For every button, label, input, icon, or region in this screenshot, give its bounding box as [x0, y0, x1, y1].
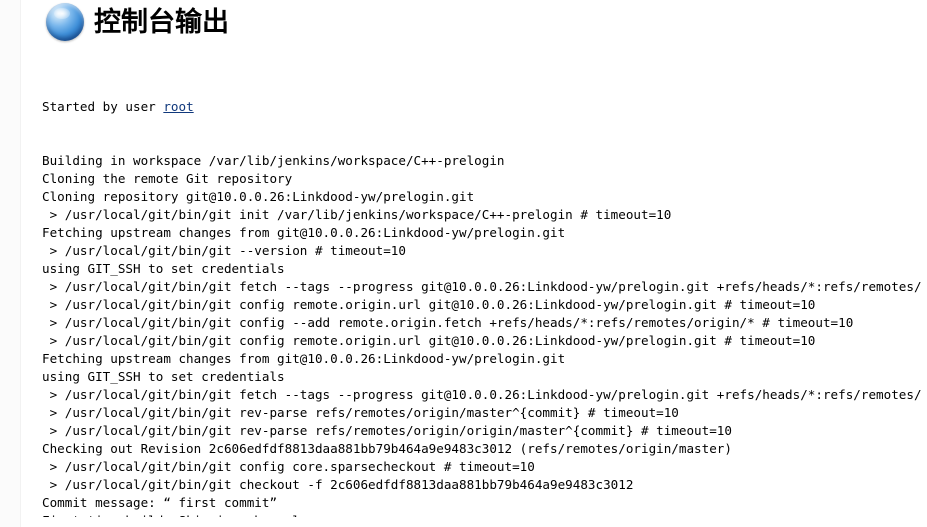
console-line: Checking out Revision 2c606edfdf8813daa8…: [42, 441, 732, 456]
console-line: using GIT_SSH to set credentials: [42, 261, 285, 276]
console-line: > /usr/local/git/bin/git init /var/lib/j…: [42, 207, 672, 222]
console-line: Cloning repository git@10.0.0.26:Linkdoo…: [42, 189, 475, 204]
console-line: Building in workspace /var/lib/jenkins/w…: [42, 153, 505, 168]
console-output-page: 控制台输出 Started by user root Building in w…: [0, 0, 927, 527]
console-line: > /usr/local/git/bin/git fetch --tags --…: [42, 279, 922, 294]
user-root-link[interactable]: root: [163, 99, 193, 114]
console-line: > /usr/local/git/bin/git fetch --tags --…: [42, 387, 922, 402]
console-line: > /usr/local/git/bin/git rev-parse refs/…: [42, 423, 732, 438]
console-line: > /usr/local/git/bin/git --version # tim…: [42, 243, 406, 258]
console-line: Fetching upstream changes from git@10.0.…: [42, 351, 566, 366]
page-title: 控制台输出: [94, 6, 229, 38]
console-line: > /usr/local/git/bin/git rev-parse refs/…: [42, 405, 679, 420]
console-line: > /usr/local/git/bin/git config remote.o…: [42, 297, 816, 312]
console-line: Cloning the remote Git repository: [42, 171, 293, 186]
console-line: First time build. Skipping changelog.: [42, 512, 922, 517]
blue-orb-icon: [46, 3, 84, 41]
console-line: Fetching upstream changes from git@10.0.…: [42, 225, 566, 240]
console-line: > /usr/local/git/bin/git config remote.o…: [42, 333, 816, 348]
page-header: 控制台输出: [46, 3, 229, 41]
console-line: Commit message: “ first commit”: [42, 495, 278, 510]
started-by-user-text: Started by user: [42, 99, 164, 114]
console-line-list: Building in workspace /var/lib/jenkins/w…: [42, 152, 922, 517]
console-line: > /usr/local/git/bin/git checkout -f 2c6…: [42, 477, 634, 492]
console-output-log: Started by user root Building in workspa…: [42, 62, 922, 517]
console-line: > /usr/local/git/bin/git config core.spa…: [42, 459, 535, 474]
console-line: > /usr/local/git/bin/git config --add re…: [42, 315, 854, 330]
console-line-started-by-user: Started by user root: [42, 98, 922, 116]
console-line: using GIT_SSH to set credentials: [42, 369, 285, 384]
